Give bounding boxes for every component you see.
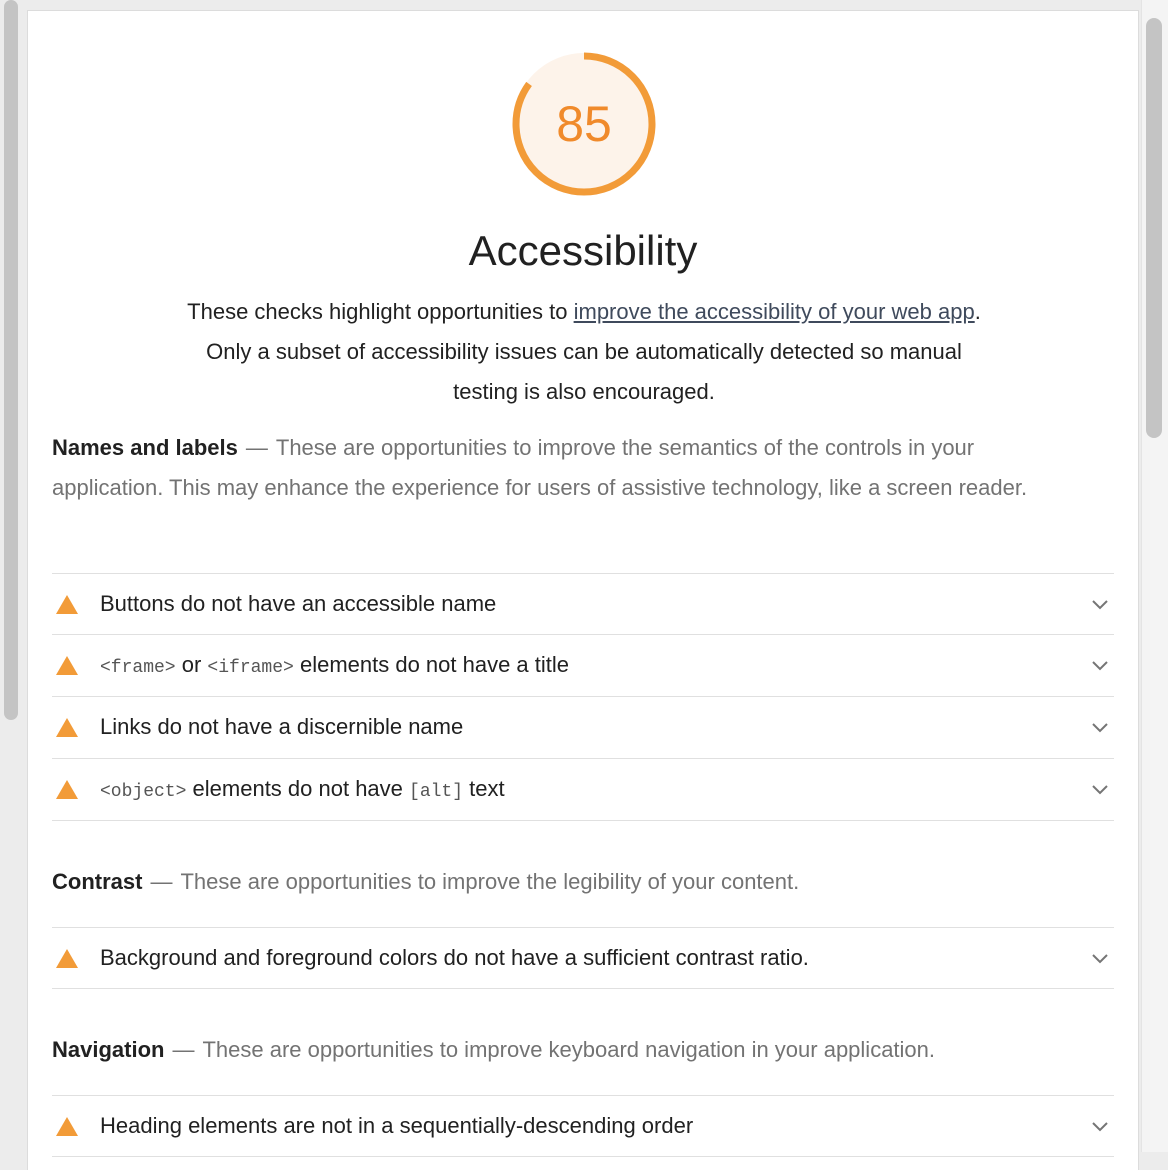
audit-heading-order[interactable]: Heading elements are not in a sequential…: [52, 1095, 1114, 1157]
scrollbar-thumb[interactable]: [1146, 18, 1162, 438]
score-gauge: 85: [510, 50, 658, 198]
audit-button-name[interactable]: Buttons do not have an accessible name: [52, 573, 1114, 635]
chevron-down-icon[interactable]: [1090, 948, 1110, 968]
warning-triangle-icon: [56, 718, 78, 737]
group-dash: —: [245, 435, 268, 460]
group-dash: —: [172, 1037, 195, 1062]
warning-triangle-icon: [56, 656, 78, 675]
warning-triangle-icon: [56, 780, 78, 799]
group-header-navigation: Navigation — These are opportunities to im…: [52, 1030, 1112, 1070]
audit-frame-title[interactable]: <frame> or <iframe> elements do not have…: [52, 635, 1114, 697]
audit-title: <frame> or <iframe> elements do not have…: [100, 635, 569, 698]
category-description: These checks highlight opportunities to …: [186, 292, 982, 412]
left-scrollbar[interactable]: [4, 0, 18, 720]
audit-color-contrast[interactable]: Background and foreground colors do not …: [52, 927, 1114, 989]
score-value: 85: [556, 96, 612, 152]
audit-or: or: [175, 652, 208, 677]
audit-title: <object> elements do not have [alt] text: [100, 759, 505, 822]
audit-rest: text: [463, 776, 505, 801]
audit-title: Links do not have a discernible name: [100, 714, 464, 739]
audit-title: Buttons do not have an accessible name: [100, 591, 497, 616]
chevron-down-icon[interactable]: [1090, 779, 1110, 799]
group-dash: —: [150, 869, 173, 894]
audit-rest: elements do not have a title: [293, 652, 570, 677]
code-alt: [alt]: [409, 782, 464, 802]
group-header-names: Names and labels — These are opportunities…: [52, 428, 1052, 508]
warning-triangle-icon: [56, 949, 78, 968]
audit-object-alt[interactable]: <object> elements do not have [alt] text: [52, 759, 1114, 821]
group-header-contrast: Contrast — These are opportunities to impr…: [52, 862, 1052, 902]
code-frame: <frame>: [100, 658, 176, 678]
chevron-down-icon[interactable]: [1090, 1116, 1110, 1136]
group-title: Contrast: [52, 869, 143, 894]
group-description: These are opportunities to improve the l…: [180, 869, 800, 894]
code-iframe: <iframe>: [207, 658, 294, 678]
audit-link-name[interactable]: Links do not have a discernible name: [52, 697, 1114, 759]
warning-triangle-icon: [56, 595, 78, 614]
chevron-down-icon[interactable]: [1090, 717, 1110, 737]
group-title: Names and labels: [52, 435, 238, 460]
group-description: These are opportunities to improve keybo…: [202, 1037, 936, 1062]
category-title: Accessibility: [468, 227, 698, 274]
warning-triangle-icon: [56, 1117, 78, 1136]
description-text: These checks highlight opportunities to: [187, 299, 574, 324]
group-title: Navigation: [52, 1037, 165, 1062]
audit-mid: elements do not have: [186, 776, 410, 801]
audit-title: Background and foreground colors do not …: [100, 945, 809, 970]
chevron-down-icon[interactable]: [1090, 655, 1110, 675]
code-object: <object>: [100, 782, 187, 802]
audit-title: Heading elements are not in a sequential…: [100, 1113, 694, 1138]
chevron-down-icon[interactable]: [1090, 594, 1110, 614]
accessibility-link[interactable]: improve the accessibility of your web ap…: [574, 299, 975, 324]
